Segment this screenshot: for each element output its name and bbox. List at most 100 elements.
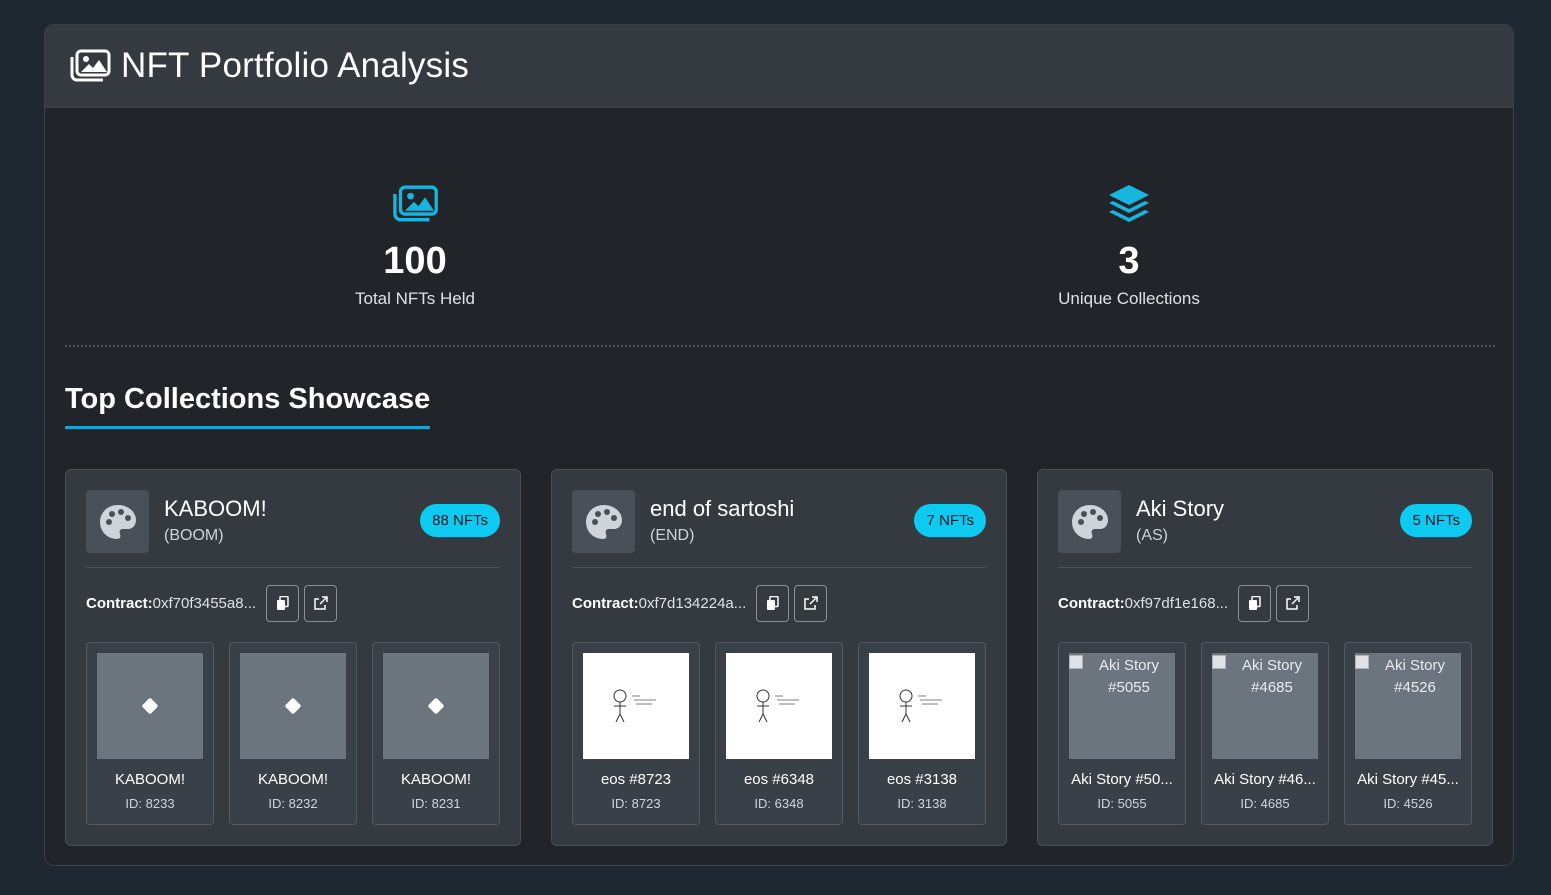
contract-label: Contract: (572, 594, 639, 612)
collection-header: end of sartoshi (END) 7 NFTs (572, 490, 986, 568)
collection-symbol: (BOOM) (164, 527, 224, 544)
images-icon (69, 49, 111, 83)
palette-icon (1058, 490, 1121, 553)
nft-item[interactable]: KABOOM! ID: 8233 (86, 642, 214, 825)
nft-name: Aki Story #46... (1214, 771, 1316, 788)
palette-icon (86, 490, 149, 553)
nft-image (383, 653, 489, 759)
contract-address: 0xf7d134224a... (638, 594, 747, 612)
contract-row: Contract: 0xf70f3455a8... (86, 584, 338, 622)
broken-image-icon (1212, 655, 1226, 669)
nft-item[interactable]: Aki Story #4526 Aki Story #45... ID: 452… (1344, 642, 1472, 825)
layer-group-icon (979, 183, 1279, 225)
stat-value: 100 (383, 240, 447, 282)
nft-item[interactable]: Aki Story #4685 Aki Story #46... ID: 468… (1201, 642, 1329, 825)
collection-header: KABOOM! (BOOM) 88 NFTs (86, 490, 500, 568)
nft-name: Aki Story #50... (1071, 771, 1173, 788)
stat-total-nfts: 100 Total NFTs Held (265, 183, 565, 309)
nft-image: Aki Story #5055 (1069, 653, 1175, 759)
broken-image-icon (1069, 655, 1083, 669)
placeholder-icon (427, 697, 445, 715)
nft-name: eos #3138 (886, 771, 958, 788)
copy-icon (277, 595, 289, 610)
sketch-figure-icon (899, 689, 942, 723)
nft-name: eos #8723 (600, 771, 672, 788)
nft-grid: Aki Story #5055 Aki Story #50... ID: 505… (1058, 642, 1472, 826)
nft-count-badge: 88 NFTs (420, 504, 500, 537)
sketch-figure-icon (756, 689, 799, 723)
portfolio-panel: NFT Portfolio Analysis 100 Total NFTs He… (44, 24, 1514, 866)
placeholder-icon (284, 697, 302, 715)
collection-name: end of sartoshi (650, 496, 795, 521)
nft-id: ID: 3138 (897, 796, 947, 811)
nft-name: KABOOM! (257, 771, 328, 788)
collection-name: Aki Story (1136, 496, 1225, 521)
contract-row: Contract: 0xf97df1e168... (1058, 584, 1310, 622)
nft-image (726, 653, 832, 759)
section-title: Top Collections Showcase (65, 383, 431, 429)
nft-item[interactable]: eos #3138 ID: 3138 (858, 642, 986, 825)
nft-image: Aki Story #4685 (1212, 653, 1318, 759)
nft-image (583, 653, 689, 759)
contract-address: 0xf70f3455a8... (152, 594, 257, 612)
contract-row: Contract: 0xf7d134224a... (572, 584, 828, 622)
panel-header: NFT Portfolio Analysis (45, 25, 1513, 108)
nft-count-badge: 7 NFTs (914, 504, 986, 537)
collection-symbol: (AS) (1136, 527, 1168, 544)
nft-id: ID: 8232 (268, 796, 318, 811)
stats-row: 100 Total NFTs Held 3 Unique Collections (65, 133, 1495, 347)
collection-card: Aki Story (AS) 5 NFTs Contract: 0xf97df1… (1037, 469, 1493, 846)
nft-id: ID: 8723 (611, 796, 661, 811)
broken-image-icon (1355, 655, 1369, 669)
placeholder-icon (141, 697, 159, 715)
stat-label: Unique Collections (1058, 289, 1200, 308)
nft-id: ID: 4685 (1240, 796, 1290, 811)
nft-image (869, 653, 975, 759)
nft-name: KABOOM! (114, 771, 185, 788)
palette-icon (572, 490, 635, 553)
nft-id: ID: 4526 (1383, 796, 1433, 811)
nft-id: ID: 8233 (125, 796, 175, 811)
external-link-button[interactable] (1276, 584, 1310, 622)
external-link-button[interactable] (794, 584, 828, 622)
copy-button[interactable] (266, 584, 300, 622)
external-link-icon (313, 596, 328, 610)
nft-id: ID: 5055 (1097, 796, 1147, 811)
external-link-button[interactable] (304, 584, 338, 622)
nft-item[interactable]: Aki Story #5055 Aki Story #50... ID: 505… (1058, 642, 1186, 825)
stat-label: Total NFTs Held (355, 289, 475, 308)
nft-image: Aki Story #4526 (1355, 653, 1461, 759)
page-title: NFT Portfolio Analysis (121, 46, 470, 85)
nft-name: KABOOM! (400, 771, 471, 788)
contract-address: 0xf97df1e168... (1124, 594, 1229, 612)
nft-name: eos #6348 (743, 771, 815, 788)
nft-name: Aki Story #45... (1357, 771, 1459, 788)
nft-item[interactable]: KABOOM! ID: 8232 (229, 642, 357, 825)
copy-button[interactable] (1238, 584, 1272, 622)
stat-unique-collections: 3 Unique Collections (979, 183, 1279, 309)
nft-item[interactable]: eos #8723 ID: 8723 (572, 642, 700, 825)
nft-item[interactable]: eos #6348 ID: 6348 (715, 642, 843, 825)
sketch-figure-icon (613, 689, 656, 723)
nft-image (97, 653, 203, 759)
contract-label: Contract: (86, 594, 153, 612)
image-alt-text: Aki Story #4685 (1241, 657, 1302, 696)
nft-grid: eos #8723 ID: 8723 eos #6348 ID: 6348 eo… (572, 642, 986, 826)
contract-label: Contract: (1058, 594, 1125, 612)
copy-button[interactable] (756, 584, 790, 622)
collection-card: KABOOM! (BOOM) 88 NFTs Contract: 0xf70f3… (65, 469, 521, 846)
nft-id: ID: 8231 (411, 796, 461, 811)
external-link-icon (804, 596, 818, 610)
nft-image (240, 653, 346, 759)
external-link-icon (1285, 596, 1300, 610)
image-alt-text: Aki Story #4526 (1384, 657, 1445, 696)
nft-id: ID: 6348 (754, 796, 804, 811)
image-alt-text: Aki Story #5055 (1098, 657, 1159, 696)
nft-count-badge: 5 NFTs (1400, 504, 1472, 537)
nft-item[interactable]: KABOOM! ID: 8231 (372, 642, 500, 825)
nft-grid: KABOOM! ID: 8233 KABOOM! ID: 8232 KABOOM… (86, 642, 500, 826)
collection-symbol: (END) (650, 527, 695, 544)
collection-card: end of sartoshi (END) 7 NFTs Contract: 0… (551, 469, 1007, 846)
collection-header: Aki Story (AS) 5 NFTs (1058, 490, 1472, 568)
stat-value: 3 (1118, 240, 1140, 282)
